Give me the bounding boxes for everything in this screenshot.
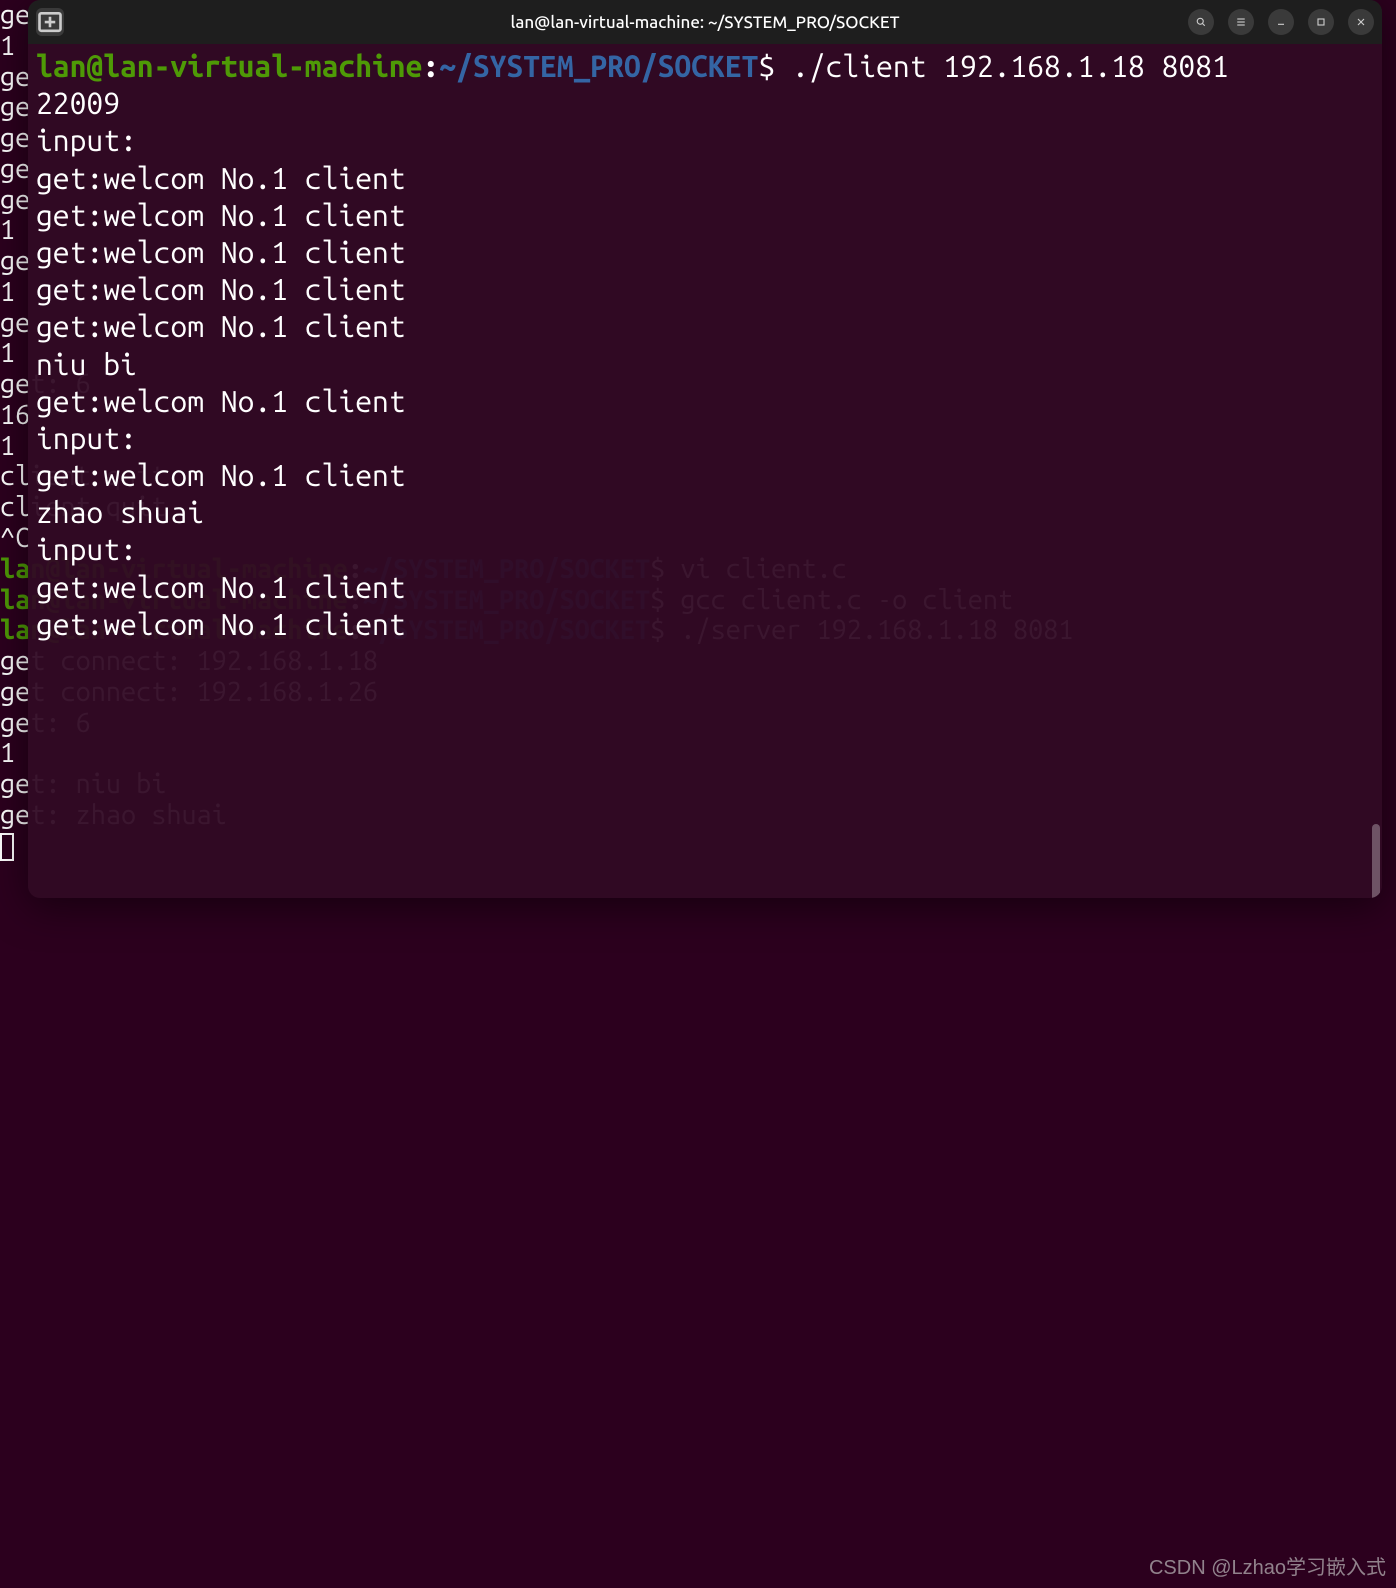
- output-line: get:welcom No.1 client: [36, 234, 1374, 271]
- window-title: lan@lan-virtual-machine: ~/SYSTEM_PRO/SO…: [511, 13, 900, 32]
- prompt-symbol: $: [758, 49, 775, 83]
- watermark: CSDN @Lzhao学习嵌入式: [1149, 1551, 1386, 1580]
- output-line: get:welcom No.1 client: [36, 160, 1374, 197]
- output-line: get:welcom No.1 client: [36, 457, 1374, 494]
- output-line: get:welcom No.1 client: [36, 383, 1374, 420]
- search-button[interactable]: [1188, 9, 1214, 35]
- output-line: niu bi: [36, 346, 1374, 383]
- close-icon: [1355, 16, 1367, 28]
- command-text: ./client 192.168.1.18 8081: [775, 49, 1229, 83]
- maximize-button[interactable]: [1308, 9, 1334, 35]
- output-line: 22009: [36, 85, 1374, 122]
- output-line: get:welcom No.1 client: [36, 569, 1374, 606]
- terminal-body[interactable]: lan@lan-virtual-machine:~/SYSTEM_PRO/SOC…: [28, 44, 1382, 898]
- output-line: input:: [36, 122, 1374, 159]
- output-line: get:welcom No.1 client: [36, 197, 1374, 234]
- output-line: input:: [36, 531, 1374, 568]
- new-tab-icon: [36, 8, 64, 36]
- output-line: get:welcom No.1 client: [36, 606, 1374, 643]
- close-button[interactable]: [1348, 9, 1374, 35]
- output-line: get:welcom No.1 client: [36, 308, 1374, 345]
- hamburger-icon: [1235, 16, 1247, 28]
- titlebar[interactable]: lan@lan-virtual-machine: ~/SYSTEM_PRO/SO…: [28, 0, 1382, 44]
- prompt-user: lan@lan-virtual-machine: [36, 49, 422, 83]
- search-icon: [1195, 16, 1207, 28]
- new-tab-button[interactable]: [36, 8, 64, 36]
- cursor-icon: [0, 833, 14, 861]
- maximize-icon: [1315, 16, 1327, 28]
- scrollbar-thumb[interactable]: [1372, 824, 1380, 898]
- minimize-button[interactable]: [1268, 9, 1294, 35]
- output-line: get:welcom No.1 client: [36, 271, 1374, 308]
- output-line: zhao shuai: [36, 494, 1374, 531]
- menu-button[interactable]: [1228, 9, 1254, 35]
- minimize-icon: [1275, 16, 1287, 28]
- output-line: input:: [36, 420, 1374, 457]
- terminal-window[interactable]: lan@lan-virtual-machine: ~/SYSTEM_PRO/SO…: [28, 0, 1382, 898]
- prompt-line: lan@lan-virtual-machine:~/SYSTEM_PRO/SOC…: [36, 48, 1374, 85]
- prompt-path: ~/SYSTEM_PRO/SOCKET: [439, 49, 758, 83]
